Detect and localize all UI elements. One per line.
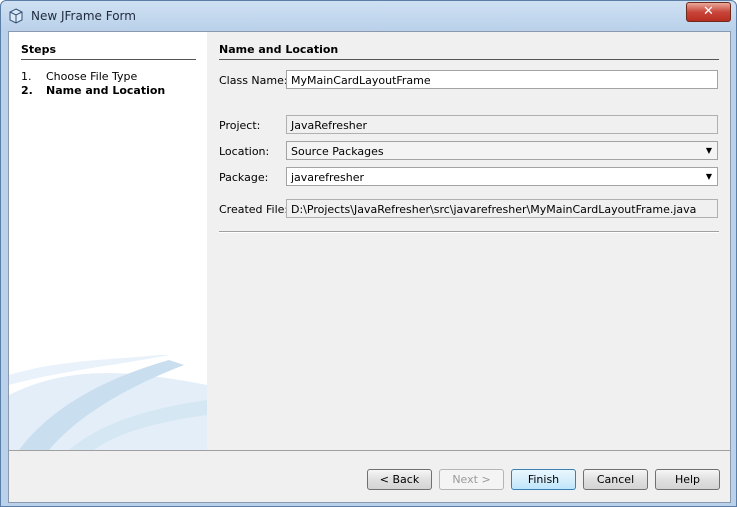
decorative-swoosh-graphic <box>9 355 207 450</box>
location-dropdown[interactable]: Source Packages ▼ <box>286 141 718 160</box>
project-field: JavaRefresher <box>286 115 718 134</box>
location-label: Location: <box>219 145 270 158</box>
chevron-down-icon: ▼ <box>705 146 712 155</box>
finish-button[interactable]: Finish <box>511 469 576 490</box>
project-value: JavaRefresher <box>291 119 368 132</box>
steps-title: Steps <box>21 43 196 60</box>
package-value: javarefresher <box>291 171 365 184</box>
project-label: Project: <box>219 119 261 132</box>
dialog-body: Steps 1. Choose File Type 2. Name and Loca… <box>8 31 731 503</box>
dialog-window: New JFrame Form ✕ Steps 1. Choose File Ty… <box>0 0 737 507</box>
title-bar[interactable]: New JFrame Form ✕ <box>1 1 736 31</box>
step-item-current: 2. Name and Location <box>21 84 165 97</box>
back-button[interactable]: < Back <box>367 469 432 490</box>
step-number: 2. <box>21 84 33 97</box>
package-label: Package: <box>219 171 269 184</box>
class-name-label: Class Name: <box>219 74 288 87</box>
step-label: Choose File Type <box>46 70 138 83</box>
class-name-input[interactable]: MyMainCardLayoutFrame <box>286 70 718 89</box>
close-button[interactable]: ✕ <box>686 2 731 22</box>
package-combobox[interactable]: javarefresher ▼ <box>286 167 718 186</box>
cancel-button[interactable]: Cancel <box>583 469 648 490</box>
separator <box>219 231 719 233</box>
step-label: Name and Location <box>46 84 166 97</box>
help-button[interactable]: Help <box>655 469 720 490</box>
location-value: Source Packages <box>291 145 384 158</box>
step-number: 1. <box>21 70 32 83</box>
created-file-value: D:\Projects\JavaRefresher\src\javarefres… <box>291 203 697 216</box>
section-title: Name and Location <box>219 43 719 60</box>
created-file-label: Created File: <box>219 203 289 216</box>
netbeans-cube-icon <box>9 8 23 24</box>
content-panel: Name and Location Class Name: MyMainCard… <box>207 32 730 450</box>
window-title: New JFrame Form <box>31 9 136 23</box>
close-icon: ✕ <box>703 4 714 19</box>
step-item: 1. Choose File Type <box>21 70 137 83</box>
class-name-value: MyMainCardLayoutFrame <box>291 74 431 87</box>
next-button[interactable]: Next > <box>439 469 504 490</box>
steps-panel: Steps 1. Choose File Type 2. Name and Loca… <box>9 32 207 450</box>
divider <box>9 450 730 451</box>
chevron-down-icon[interactable]: ▼ <box>706 172 712 181</box>
created-file-field: D:\Projects\JavaRefresher\src\javarefres… <box>286 199 718 218</box>
